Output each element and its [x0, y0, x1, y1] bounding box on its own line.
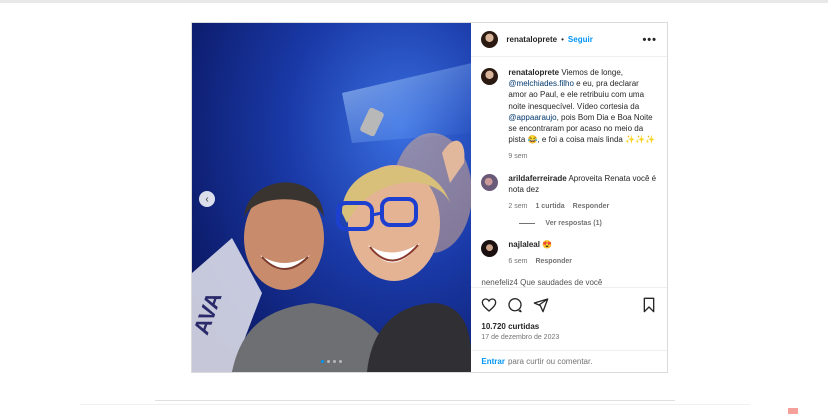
- bookmark-icon[interactable]: [641, 297, 657, 313]
- mention-link[interactable]: @appaaraujo: [508, 113, 556, 122]
- comment-text: arildaferreirade Aproveita Renata você é…: [508, 173, 657, 195]
- caption-text: renataloprete Viemos de longe, @melchiad…: [508, 67, 657, 145]
- carousel-prev-button[interactable]: ‹: [199, 191, 215, 207]
- more-options-icon[interactable]: •••: [642, 34, 657, 46]
- carousel-dot: [321, 360, 325, 363]
- post-sidebar: renataloprete • Seguir ••• renataloprete…: [471, 23, 667, 372]
- header-separator: •: [561, 35, 564, 44]
- top-divider: [0, 0, 828, 3]
- follow-button[interactable]: Seguir: [568, 35, 593, 44]
- view-replies-button[interactable]: Ver respostas (1): [519, 220, 657, 227]
- carousel-dot: [333, 360, 337, 363]
- selfie-photo: AVA: [192, 23, 472, 372]
- comments-section[interactable]: renataloprete Viemos de longe, @melchiad…: [471, 57, 667, 287]
- caption-avatar[interactable]: [481, 68, 499, 85]
- view-replies-label: Ver respostas (1): [545, 220, 602, 228]
- commenter-username[interactable]: najlaleal: [508, 240, 540, 249]
- post-header: renataloprete • Seguir •••: [471, 23, 667, 57]
- likes-count[interactable]: 10.720 curtidas: [481, 322, 657, 331]
- author-username[interactable]: renataloprete: [506, 35, 557, 44]
- add-comment-text: para curtir ou comentar.: [507, 357, 593, 366]
- author-avatar[interactable]: [481, 31, 499, 48]
- bottom-divider-faint: [80, 404, 750, 405]
- post-date[interactable]: 17 de dezembro de 2023: [481, 334, 657, 341]
- comment-text: najlaleal 😍: [508, 239, 572, 250]
- reply-button[interactable]: Responder: [535, 256, 572, 267]
- add-comment-bar: Entrar para curtir ou comentar.: [471, 350, 667, 372]
- carousel-indicator: [192, 360, 471, 363]
- comment-time[interactable]: 2 sem: [508, 201, 527, 212]
- corner-badge: [788, 408, 798, 414]
- carousel-dot: [339, 360, 343, 363]
- commenter-avatar[interactable]: [481, 173, 499, 191]
- login-link[interactable]: Entrar: [481, 357, 505, 366]
- comment-row: arildaferreirade Aproveita Renata você é…: [481, 173, 657, 213]
- comment-time[interactable]: 6 sem: [508, 256, 527, 267]
- mention-link[interactable]: @melchiades.filho: [508, 79, 573, 88]
- comment-icon[interactable]: [507, 297, 523, 313]
- instagram-post-embed: AVA ‹ renataloprete • Seguir ••• renatal…: [191, 22, 668, 373]
- bottom-divider: [155, 400, 675, 401]
- post-photo[interactable]: AVA ‹: [192, 23, 472, 372]
- comment-likes[interactable]: 1 curtida: [535, 201, 564, 212]
- commenter-username[interactable]: arildaferreirade: [508, 174, 566, 183]
- replies-line: [519, 223, 536, 225]
- caption-time[interactable]: 9 sem: [508, 151, 527, 162]
- post-actions: 10.720 curtidas 17 de dezembro de 2023: [471, 287, 667, 341]
- comment-row: najlaleal 😍 6 sem Responder: [481, 239, 657, 267]
- partial-comment: nenefeliz4 Que saudades de você: [481, 277, 603, 287]
- commenter-avatar[interactable]: [481, 240, 499, 258]
- heart-icon[interactable]: [481, 297, 497, 313]
- reply-button[interactable]: Responder: [573, 201, 610, 212]
- caption-row: renataloprete Viemos de longe, @melchiad…: [481, 67, 657, 163]
- caption-text-part: Viemos de longe,: [559, 68, 623, 77]
- share-icon[interactable]: [533, 297, 549, 313]
- carousel-dot: [327, 360, 331, 363]
- comment-body: 😍: [539, 240, 553, 250]
- caption-username[interactable]: renataloprete: [508, 68, 559, 77]
